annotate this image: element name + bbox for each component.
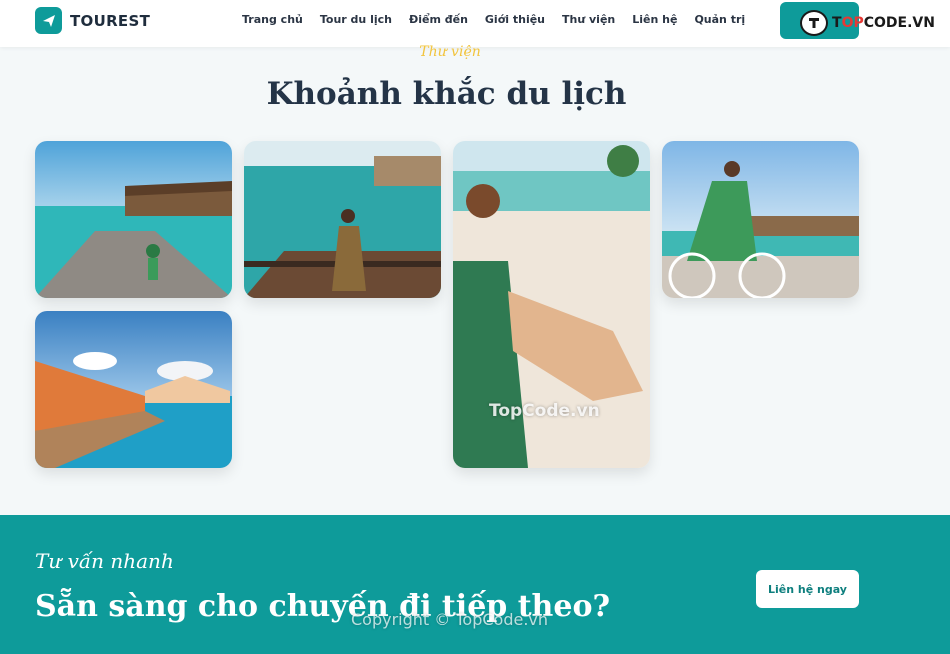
gallery-watermark: TopCode.vn [489,401,600,421]
paper-plane-icon [35,7,62,34]
site-header: TOUREST Trang chủ Tour du lịch Điểm đến … [0,0,950,47]
contact-now-button[interactable]: Liên hệ ngay [756,570,859,608]
overwater-bungalows-photo[interactable] [35,311,232,468]
brand-name: TOUREST [70,11,151,30]
topcode-watermark: TOPCODE.VN [800,10,935,36]
topcode-logo-icon [800,10,828,36]
nav-contact[interactable]: Liên hệ [632,13,677,26]
topcode-watermark-text: TOPCODE.VN [832,15,935,31]
woman-sitting-water-villa-photo[interactable] [244,141,441,298]
main-nav: Trang chủ Tour du lịch Điểm đến Giới thi… [242,13,762,26]
nav-about[interactable]: Giới thiệu [485,13,545,26]
brand-logo[interactable]: TOUREST [35,7,150,34]
nav-home[interactable]: Trang chủ [242,13,303,26]
nav-gallery[interactable]: Thư viện [562,13,615,26]
copyright-watermark: Copyright © TopCode.vn [351,610,549,629]
nav-destinations[interactable]: Điểm đến [409,13,468,26]
woman-on-bicycle-photo[interactable] [662,141,859,298]
gallery-title: Khoảnh khắc du lịch [266,76,627,112]
nav-admin[interactable]: Quản trị [694,13,745,26]
woman-cycling-boardwalk-photo[interactable] [35,141,232,298]
gallery-eyebrow: Thư viện [419,44,481,60]
nav-tours[interactable]: Tour du lịch [320,13,392,26]
cta-eyebrow: Tư vấn nhanh [35,549,174,573]
contact-cta-section: Tư vấn nhanh Sẵn sàng cho chuyến đi tiếp… [0,515,950,654]
